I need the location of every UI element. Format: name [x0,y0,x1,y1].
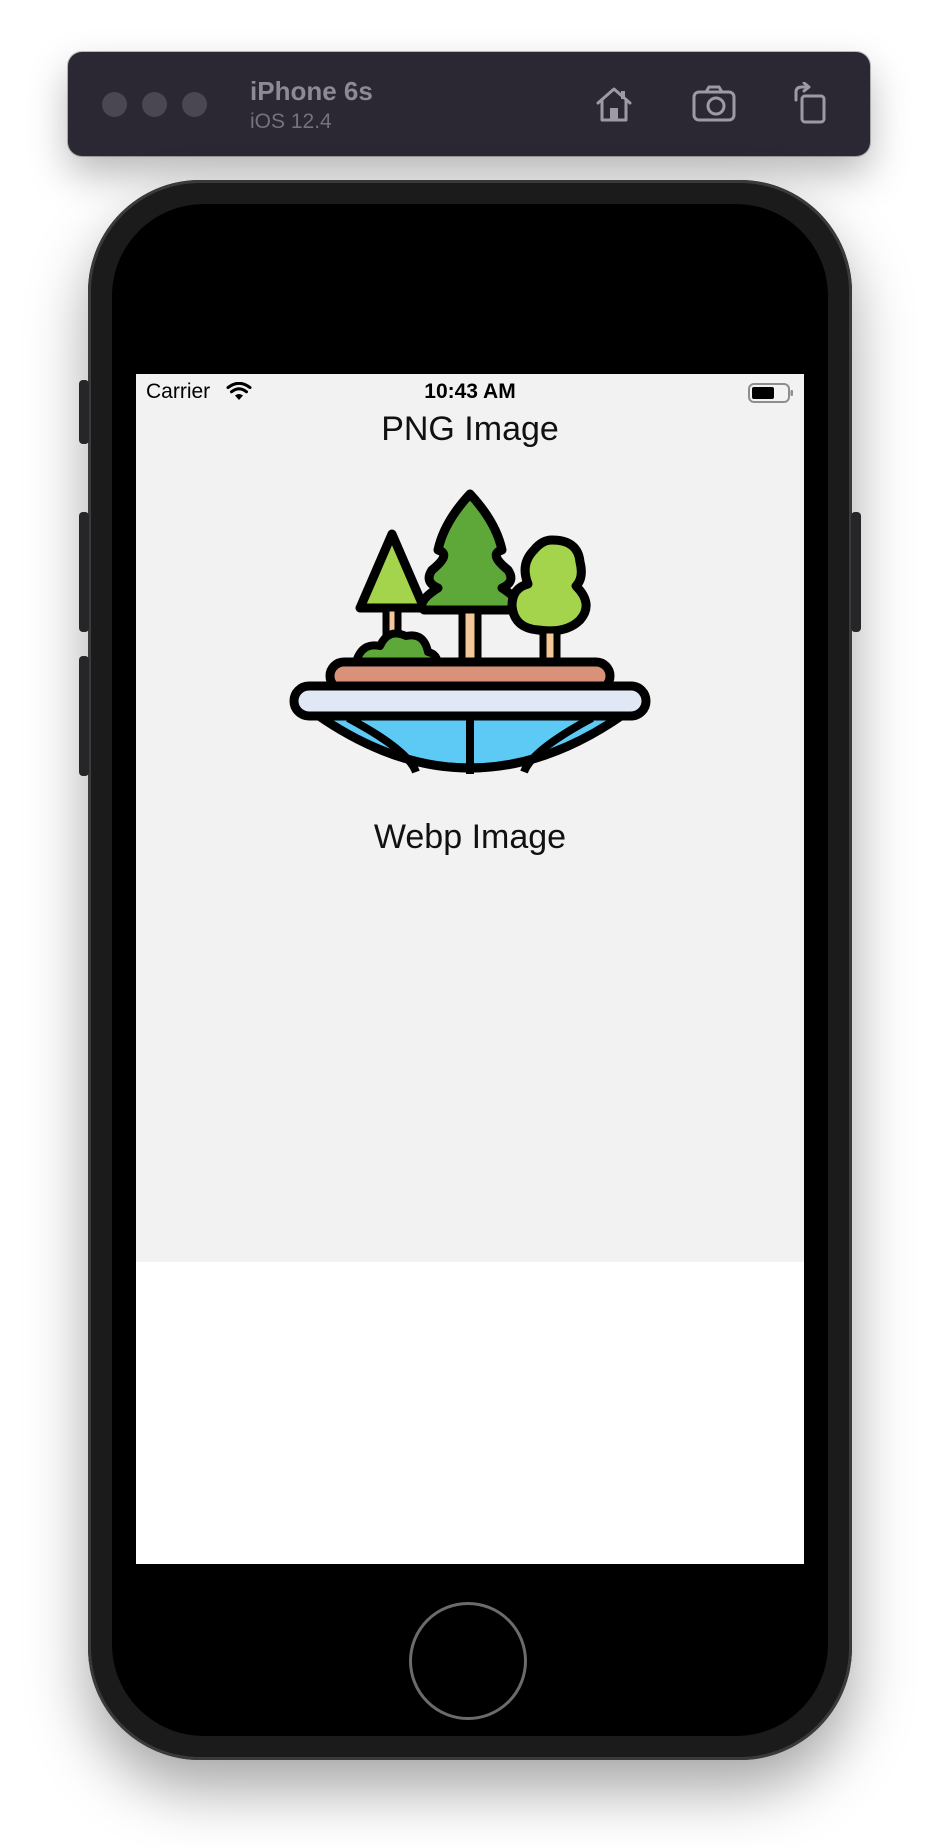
mute-switch [79,380,89,444]
device-screen: Carrier 10:43 AM PNG Image Webp Image [136,374,804,1564]
zoom-window-button[interactable] [182,92,207,117]
home-button[interactable] [409,1602,527,1720]
app-content-area: Carrier 10:43 AM PNG Image Webp Image [136,374,804,1262]
screenshot-toolbar-button[interactable] [688,78,740,130]
home-icon [596,87,632,122]
os-version: iOS 12.4 [250,110,332,133]
battery-icon [748,383,793,403]
png-image-label: PNG Image [381,410,559,448]
device-name: iPhone 6s [250,76,373,106]
webp-image-label: Webp Image [373,818,567,856]
home-toolbar-button[interactable] [588,78,640,130]
status-bar: Carrier 10:43 AM [136,374,804,414]
close-window-button[interactable] [102,92,127,117]
minimize-window-button[interactable] [142,92,167,117]
floating-island-image [289,489,651,774]
volume-down-button [79,656,89,776]
power-button [851,512,861,632]
simulator-window: iPhone 6s iOS 12.4 Carrier 10:43 AM PNG … [0,0,938,1846]
status-time: 10:43 AM [424,380,516,403]
rotate-icon [794,82,826,124]
simulator-toolbar: iPhone 6s iOS 12.4 [68,52,870,156]
volume-up-button [79,512,89,632]
screenshot-icon [692,85,736,122]
rotate-toolbar-button[interactable] [784,78,836,130]
